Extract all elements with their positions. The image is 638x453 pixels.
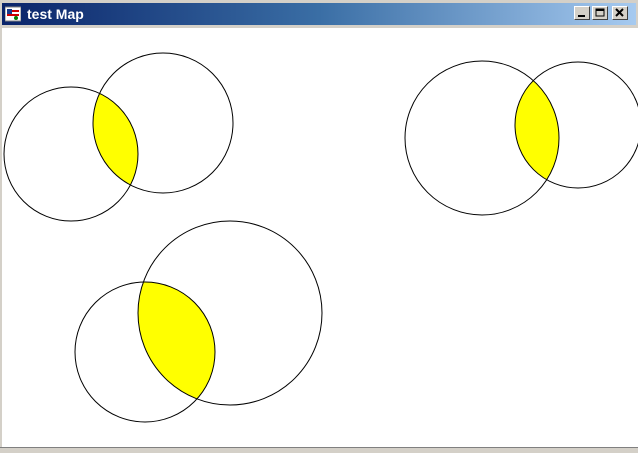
title-bar[interactable]: test Map: [2, 3, 636, 25]
intersection-region-2[interactable]: [514, 80, 559, 180]
app-window: test Map: [0, 0, 638, 453]
minimize-icon: [578, 15, 585, 17]
maximize-icon: [595, 8, 605, 17]
intersection-region-1[interactable]: [93, 93, 138, 185]
minimize-button[interactable]: [574, 6, 590, 20]
map-canvas[interactable]: [2, 28, 638, 447]
close-icon: [615, 8, 624, 17]
map-drawing: [3, 52, 638, 423]
intersection-region-3[interactable]: [137, 281, 215, 399]
map-app-icon[interactable]: [4, 6, 22, 22]
window-title: test Map: [27, 6, 84, 22]
maximize-button[interactable]: [592, 6, 608, 20]
window-bottom-border: [0, 447, 638, 453]
close-button[interactable]: [612, 6, 628, 20]
